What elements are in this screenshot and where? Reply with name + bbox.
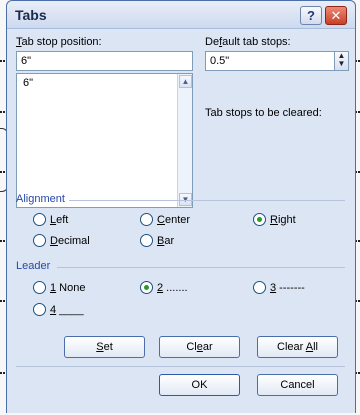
radio-label: 3 -------: [270, 281, 305, 294]
default-tab-stops-spinner[interactable]: ▲ ▼: [334, 51, 349, 71]
leader-underline-radio[interactable]: 4 ____: [33, 303, 84, 316]
radio-icon: [33, 234, 46, 247]
leader-dots-radio[interactable]: 2 .......: [140, 281, 188, 294]
leader-group-title: Leader: [16, 260, 51, 272]
help-button[interactable]: ?: [300, 6, 322, 25]
alignment-left-radio[interactable]: Left: [33, 213, 68, 226]
clear-button[interactable]: Clear: [159, 336, 240, 358]
button-divider: [16, 366, 345, 367]
radio-icon: [33, 213, 46, 226]
tab-stop-list-item[interactable]: 6": [23, 77, 33, 89]
scroll-up-icon[interactable]: ▲: [179, 75, 192, 88]
help-icon: ?: [307, 8, 315, 23]
leader-none-radio[interactable]: 1 None: [33, 281, 85, 294]
alignment-bar-radio[interactable]: Bar: [140, 234, 174, 247]
title-bar: Tabs ? ✕: [7, 1, 355, 29]
radio-label: 1 None: [50, 281, 86, 294]
tab-stop-list[interactable]: 6" ▲ ▼: [16, 73, 193, 208]
radio-label: Bar: [157, 234, 175, 247]
alignment-group-title: Alignment: [16, 193, 65, 205]
leader-dashes-radio[interactable]: 3 -------: [253, 281, 305, 294]
clear-all-button[interactable]: Clear All: [257, 336, 338, 358]
tab-stop-position-input[interactable]: [16, 51, 193, 71]
radio-label: Left: [50, 213, 69, 226]
alignment-center-radio[interactable]: Center: [140, 213, 190, 226]
tab-stop-position-label: Tab stop position:: [16, 36, 102, 48]
radio-selected-icon: [140, 281, 153, 294]
alignment-right-radio[interactable]: Right: [253, 213, 296, 226]
close-icon: ✕: [330, 7, 342, 23]
dialog-title: Tabs: [15, 7, 47, 23]
radio-label: Right: [270, 213, 296, 226]
default-tab-stops-label: Default tab stops:: [205, 36, 291, 48]
spin-down-icon[interactable]: ▼: [335, 60, 348, 68]
cancel-button[interactable]: Cancel: [257, 374, 338, 396]
radio-icon: [33, 281, 46, 294]
ok-button[interactable]: OK: [159, 374, 240, 396]
radio-selected-icon: [253, 213, 266, 226]
default-tab-stops-input[interactable]: [205, 51, 335, 71]
radio-label: Decimal: [50, 234, 90, 247]
dialog-client-area: Tab stop position: 6" ▲ ▼ Default tab st…: [7, 30, 355, 413]
radio-label: 2 .......: [157, 281, 188, 294]
radio-icon: [253, 281, 266, 294]
radio-label: Center: [157, 213, 191, 226]
alignment-decimal-radio[interactable]: Decimal: [33, 234, 90, 247]
radio-label: 4 ____: [50, 303, 84, 316]
set-button[interactable]: Set: [64, 336, 145, 358]
radio-icon: [140, 234, 153, 247]
close-button[interactable]: ✕: [325, 6, 347, 25]
leader-divider: [57, 267, 345, 268]
radio-icon: [33, 303, 46, 316]
tab-stop-list-scrollbar[interactable]: ▲ ▼: [177, 74, 192, 207]
tabs-dialog: Tabs ? ✕ Tab stop position: 6" ▲ ▼ Defau…: [6, 0, 356, 413]
alignment-divider: [69, 200, 345, 201]
tab-stops-to-be-cleared-label: Tab stops to be cleared:: [205, 107, 322, 119]
radio-icon: [140, 213, 153, 226]
